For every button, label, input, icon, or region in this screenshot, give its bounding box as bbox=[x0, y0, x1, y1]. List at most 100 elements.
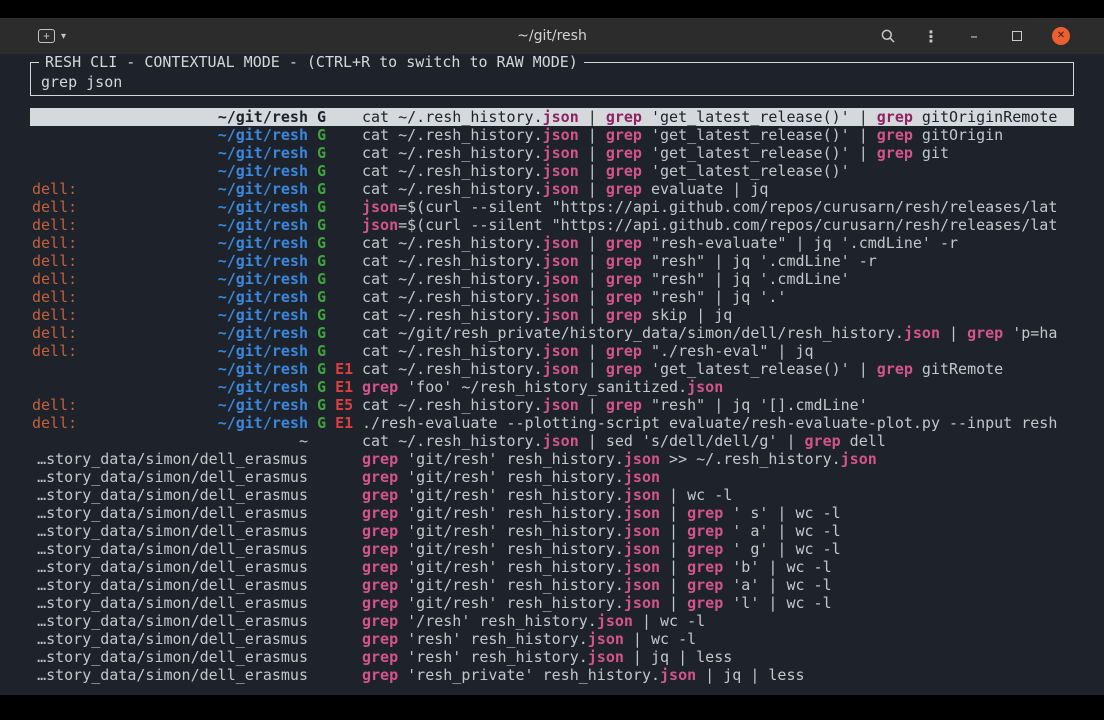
match-highlight: grep bbox=[362, 540, 398, 558]
search-button[interactable] bbox=[880, 28, 896, 44]
match-highlight: grep bbox=[687, 540, 723, 558]
restore-button[interactable] bbox=[1009, 31, 1025, 41]
git-flag: G bbox=[317, 216, 326, 234]
history-row[interactable]: …story_data/simon/dell_erasmusgrep 'resh… bbox=[30, 648, 1074, 666]
row-left-column: ~/git/resh bbox=[32, 126, 308, 144]
history-row[interactable]: dell:~/git/reshGcat ~/.resh_history.json… bbox=[30, 288, 1074, 306]
command-text: grep 'resh_private' resh_history.json | … bbox=[362, 666, 1074, 684]
menu-button[interactable]: ⋮ bbox=[923, 27, 939, 46]
history-row[interactable]: dell:~/git/reshGcat ~/.resh_history.json… bbox=[30, 252, 1074, 270]
row-left-column: dell:~/git/resh bbox=[32, 252, 308, 270]
history-row[interactable]: …story_data/simon/dell_erasmusgrep 'git/… bbox=[30, 450, 1074, 468]
directory-label: ~/git/resh bbox=[218, 162, 308, 180]
minimize-button[interactable]: – bbox=[966, 27, 982, 45]
git-flag: G bbox=[317, 414, 326, 432]
row-left-column: …story_data/simon/dell_erasmus bbox=[32, 504, 308, 522]
history-row[interactable]: dell:~/git/reshGcat ~/.resh_history.json… bbox=[30, 342, 1074, 360]
search-query-input[interactable]: grep json bbox=[41, 73, 1063, 91]
row-left-column: ~/git/resh bbox=[32, 360, 308, 378]
command-text: grep 'git/resh' resh_history.json | wc -… bbox=[362, 486, 1074, 504]
history-row[interactable]: ~/git/reshGcat ~/.resh_history.json | gr… bbox=[30, 126, 1074, 144]
row-flags bbox=[308, 666, 362, 684]
match-highlight: grep bbox=[606, 126, 642, 144]
history-row[interactable]: dell:~/git/reshGcat ~/.resh_history.json… bbox=[30, 234, 1074, 252]
match-highlight: grep bbox=[687, 576, 723, 594]
history-row[interactable]: dell:~/git/reshGcat ~/git/resh_private/h… bbox=[30, 324, 1074, 342]
history-row[interactable]: dell:~/git/reshGcat ~/.resh_history.json… bbox=[30, 270, 1074, 288]
row-left-column: …story_data/simon/dell_erasmus bbox=[32, 450, 308, 468]
match-highlight: grep bbox=[362, 378, 398, 396]
history-row[interactable]: dell:~/git/reshG E5cat ~/.resh_history.j… bbox=[30, 396, 1074, 414]
match-highlight: json bbox=[624, 540, 660, 558]
host-label: dell: bbox=[32, 288, 77, 306]
row-left-column: …story_data/simon/dell_erasmus bbox=[32, 558, 308, 576]
history-row[interactable]: ~/git/reshGcat ~/.resh_history.json | gr… bbox=[30, 108, 1074, 126]
restore-icon bbox=[1012, 31, 1022, 41]
match-highlight: grep bbox=[606, 360, 642, 378]
match-highlight: grep bbox=[877, 144, 913, 162]
directory-label: ~/git/resh bbox=[218, 360, 308, 378]
history-row[interactable]: …story_data/simon/dell_erasmusgrep '/res… bbox=[30, 612, 1074, 630]
match-highlight: grep bbox=[606, 342, 642, 360]
history-row[interactable]: …story_data/simon/dell_erasmusgrep 'git/… bbox=[30, 558, 1074, 576]
history-row[interactable]: …story_data/simon/dell_erasmus grep 'resh… bbox=[30, 666, 1074, 684]
match-highlight: json bbox=[841, 450, 877, 468]
match-highlight: grep bbox=[362, 666, 398, 684]
match-highlight: json bbox=[362, 198, 398, 216]
row-flags: G bbox=[308, 234, 362, 252]
directory-label: …story_data/simon/dell_erasmus bbox=[37, 630, 308, 648]
history-row[interactable]: dell:~/git/reshGcat ~/.resh_history.json… bbox=[30, 180, 1074, 198]
history-row[interactable]: dell:~/git/reshGjson=$(curl --silent "ht… bbox=[30, 216, 1074, 234]
history-row[interactable]: …story_data/simon/dell_erasmusgrep 'git/… bbox=[30, 540, 1074, 558]
new-tab-button[interactable]: + ▾ bbox=[38, 29, 66, 43]
row-left-column: ~/git/resh bbox=[32, 108, 308, 126]
history-row[interactable]: ~/git/reshGcat ~/.resh_history.json | gr… bbox=[30, 162, 1074, 180]
minimize-icon: – bbox=[970, 27, 978, 45]
command-text: grep 'git/resh' resh_history.json bbox=[362, 468, 1074, 486]
row-flags bbox=[308, 540, 362, 558]
match-highlight: json bbox=[624, 468, 660, 486]
history-row[interactable]: …story_data/simon/dell_erasmusgrep 'git/… bbox=[30, 486, 1074, 504]
directory-label: ~/git/resh bbox=[218, 396, 308, 414]
row-flags bbox=[308, 594, 362, 612]
history-row[interactable]: dell:~/git/reshGcat ~/.resh_history.json… bbox=[30, 306, 1074, 324]
row-flags bbox=[308, 576, 362, 594]
row-left-column: dell:~/git/resh bbox=[32, 414, 308, 432]
row-flags: G bbox=[308, 108, 362, 126]
row-left-column: ~/git/resh bbox=[32, 162, 308, 180]
command-text: cat ~/.resh_history.json | grep "./resh-… bbox=[362, 342, 1074, 360]
row-left-column: dell:~/git/resh bbox=[32, 198, 308, 216]
row-left-column: dell:~/git/resh bbox=[32, 234, 308, 252]
history-row[interactable]: …story_data/simon/dell_erasmusgrep 'git/… bbox=[30, 522, 1074, 540]
command-text: grep 'git/resh' resh_history.json | grep… bbox=[362, 522, 1074, 540]
history-row[interactable]: ~/git/reshGcat ~/.resh_history.json | gr… bbox=[30, 144, 1074, 162]
match-highlight: json bbox=[543, 360, 579, 378]
history-row[interactable]: …story_data/simon/dell_erasmusgrep 'git/… bbox=[30, 576, 1074, 594]
history-row[interactable]: …story_data/simon/dell_erasmusgrep 'resh… bbox=[30, 630, 1074, 648]
match-highlight: json bbox=[543, 270, 579, 288]
match-highlight: json bbox=[543, 432, 579, 450]
host-label: dell: bbox=[32, 216, 77, 234]
command-text: grep 'git/resh' resh_history.json | grep… bbox=[362, 576, 1074, 594]
match-highlight: grep bbox=[362, 576, 398, 594]
exit-code-flag: E5 bbox=[335, 396, 353, 414]
command-text: cat ~/git/resh_private/history_data/simo… bbox=[362, 324, 1074, 342]
history-row[interactable]: …story_data/simon/dell_erasmusgrep 'git/… bbox=[30, 468, 1074, 486]
history-row[interactable]: …story_data/simon/dell_erasmusgrep 'git/… bbox=[30, 504, 1074, 522]
match-highlight: grep bbox=[362, 486, 398, 504]
host-label: dell: bbox=[32, 180, 77, 198]
directory-label: …story_data/simon/dell_erasmus bbox=[37, 666, 308, 684]
match-highlight: json bbox=[624, 504, 660, 522]
close-button[interactable]: ✕ bbox=[1052, 27, 1070, 45]
history-row[interactable]: …story_data/simon/dell_erasmusgrep 'git/… bbox=[30, 594, 1074, 612]
match-highlight: grep bbox=[362, 450, 398, 468]
command-text: cat ~/.resh_history.json | grep "resh-ev… bbox=[362, 234, 1074, 252]
history-row[interactable]: ~/git/reshG E1grep 'foo' ~/resh_history_… bbox=[30, 378, 1074, 396]
history-row[interactable]: ~cat ~/.resh_history.json | sed 's/dell/… bbox=[30, 432, 1074, 450]
history-row[interactable]: dell:~/git/reshG E1./resh-evaluate --plo… bbox=[30, 414, 1074, 432]
command-text: grep 'git/resh' resh_history.json | grep… bbox=[362, 594, 1074, 612]
history-row[interactable]: ~/git/reshG E1cat ~/.resh_history.json |… bbox=[30, 360, 1074, 378]
row-flags: G bbox=[308, 216, 362, 234]
row-left-column: …story_data/simon/dell_erasmus bbox=[32, 648, 308, 666]
history-row[interactable]: dell:~/git/reshGjson=$(curl --silent "ht… bbox=[30, 198, 1074, 216]
